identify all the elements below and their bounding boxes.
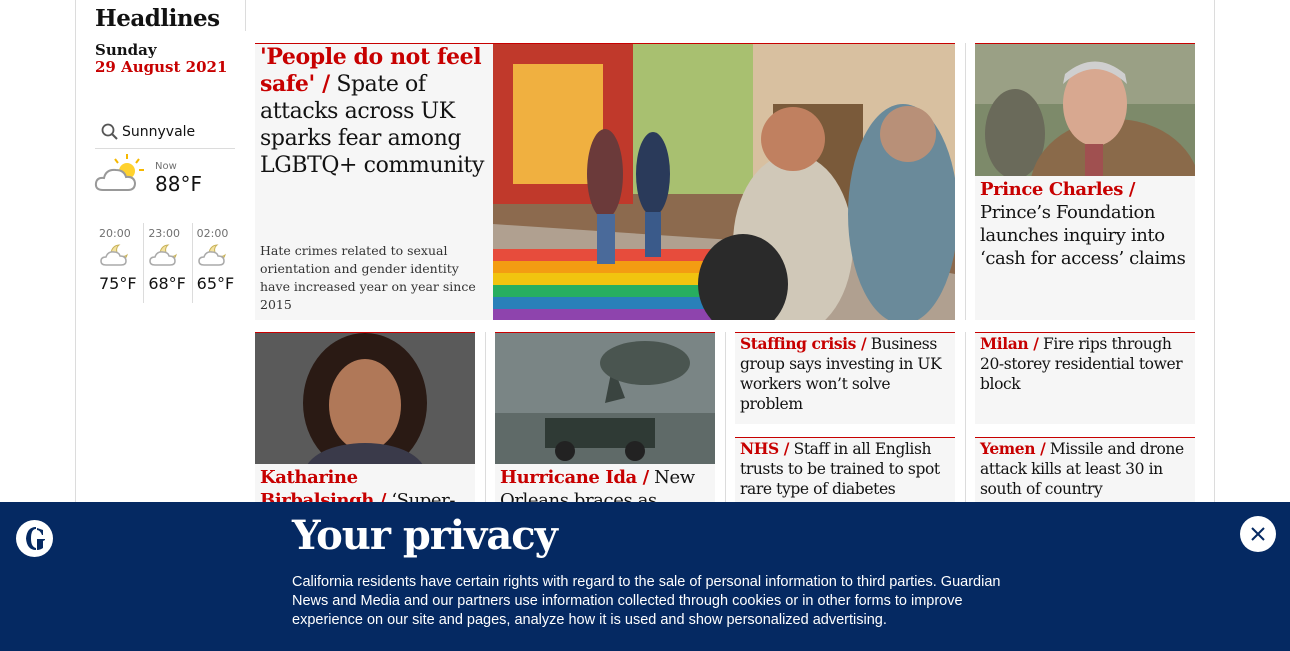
partly-sunny-icon <box>94 154 144 191</box>
column-divider <box>485 332 486 502</box>
storm-photo <box>495 333 715 464</box>
story-kicker: NHS / <box>740 439 790 458</box>
main-story-headline[interactable]: 'People do not feel safe' / Spate of att… <box>260 44 488 179</box>
forecast-temp: 65°F <box>196 274 235 293</box>
privacy-text: California residents have certain rights… <box>292 574 1001 628</box>
search-icon <box>101 123 118 140</box>
story-image[interactable] <box>495 333 715 464</box>
forecast-temp: 75°F <box>99 274 137 293</box>
main-story-image[interactable] <box>493 44 955 320</box>
now-label: Now <box>155 161 177 172</box>
story-image[interactable] <box>975 44 1195 176</box>
portrait-photo <box>975 44 1195 176</box>
header-divider <box>245 0 246 31</box>
story-kicker: Hurricane Ida / <box>500 467 649 488</box>
night-cloudy-icon <box>197 244 226 266</box>
now-temperature: 88°F <box>155 172 202 196</box>
close-icon <box>1251 527 1265 541</box>
story-headline[interactable]: Katharine Birbalsingh / ‘Super- <box>260 466 472 507</box>
story-kicker: Katharine Birbalsingh / <box>260 467 386 507</box>
day-label: Sunday <box>95 41 157 59</box>
close-button[interactable] <box>1240 516 1276 552</box>
story-headline[interactable]: Staffing crisis / Business group says in… <box>740 334 952 414</box>
story-kicker: Yemen / <box>980 439 1046 458</box>
main-story-card[interactable]: 'People do not feel safe' / Spate of att… <box>255 43 955 320</box>
street-photo <box>493 44 955 320</box>
column-divider <box>725 332 726 502</box>
story-card-hurricane[interactable]: Hurricane Ida / New Orleans braces as <box>495 332 715 507</box>
section-title[interactable]: Headlines <box>95 5 220 32</box>
forecast-time: 23:00 <box>148 227 181 240</box>
night-cloudy-icon <box>149 244 178 266</box>
story-headline[interactable]: Prince Charles / Prince’s Foundation lau… <box>980 178 1192 270</box>
forecast-item: 02:00 65°F <box>191 223 240 303</box>
story-card-milan[interactable]: Milan / Fire rips through 20-storey resi… <box>975 332 1195 424</box>
date-label: 29 August 2021 <box>95 58 228 76</box>
night-cloudy-icon <box>100 244 128 266</box>
forecast-item: 20:00 75°F <box>95 223 143 303</box>
column-divider <box>965 332 966 502</box>
privacy-banner: Your privacy California residents have c… <box>0 502 1290 651</box>
location-name: Sunnyvale <box>122 123 196 140</box>
main-story-standfirst: Hate crimes related to sexual orientatio… <box>260 243 476 312</box>
story-headline[interactable]: Milan / Fire rips through 20-storey resi… <box>980 334 1192 394</box>
story-headline[interactable]: Hurricane Ida / New Orleans braces as <box>500 466 712 507</box>
portrait-photo <box>255 333 475 464</box>
story-card-staffing[interactable]: Staffing crisis / Business group says in… <box>735 332 955 424</box>
weather-location[interactable]: Sunnyvale <box>95 115 235 149</box>
story-card-birbalsingh[interactable]: Katharine Birbalsingh / ‘Super- <box>255 332 475 507</box>
forecast-item: 23:00 68°F <box>143 223 191 303</box>
privacy-title: Your privacy <box>292 512 558 559</box>
forecast-time: 20:00 <box>99 227 131 240</box>
story-card-charles[interactable]: Prince Charles / Prince’s Foundation lau… <box>975 43 1195 320</box>
story-headline[interactable]: NHS / Staff in all English trusts to be … <box>740 439 952 499</box>
forecast-temp: 68°F <box>148 274 186 293</box>
guardian-logo[interactable] <box>16 520 53 557</box>
column-divider <box>965 43 966 320</box>
story-kicker: Prince Charles / <box>980 179 1136 200</box>
story-kicker: Milan / <box>980 334 1039 353</box>
forecast-time: 02:00 <box>196 227 229 240</box>
story-headline[interactable]: Yemen / Missile and drone attack kills a… <box>980 439 1192 499</box>
story-kicker: Staffing crisis / <box>740 334 867 353</box>
story-headline-text: Prince’s Foundation launches inquiry int… <box>980 202 1186 269</box>
weather-forecast: 20:00 75°F 23:00 68°F 02:00 65°F <box>95 223 240 303</box>
story-image[interactable] <box>255 333 475 464</box>
